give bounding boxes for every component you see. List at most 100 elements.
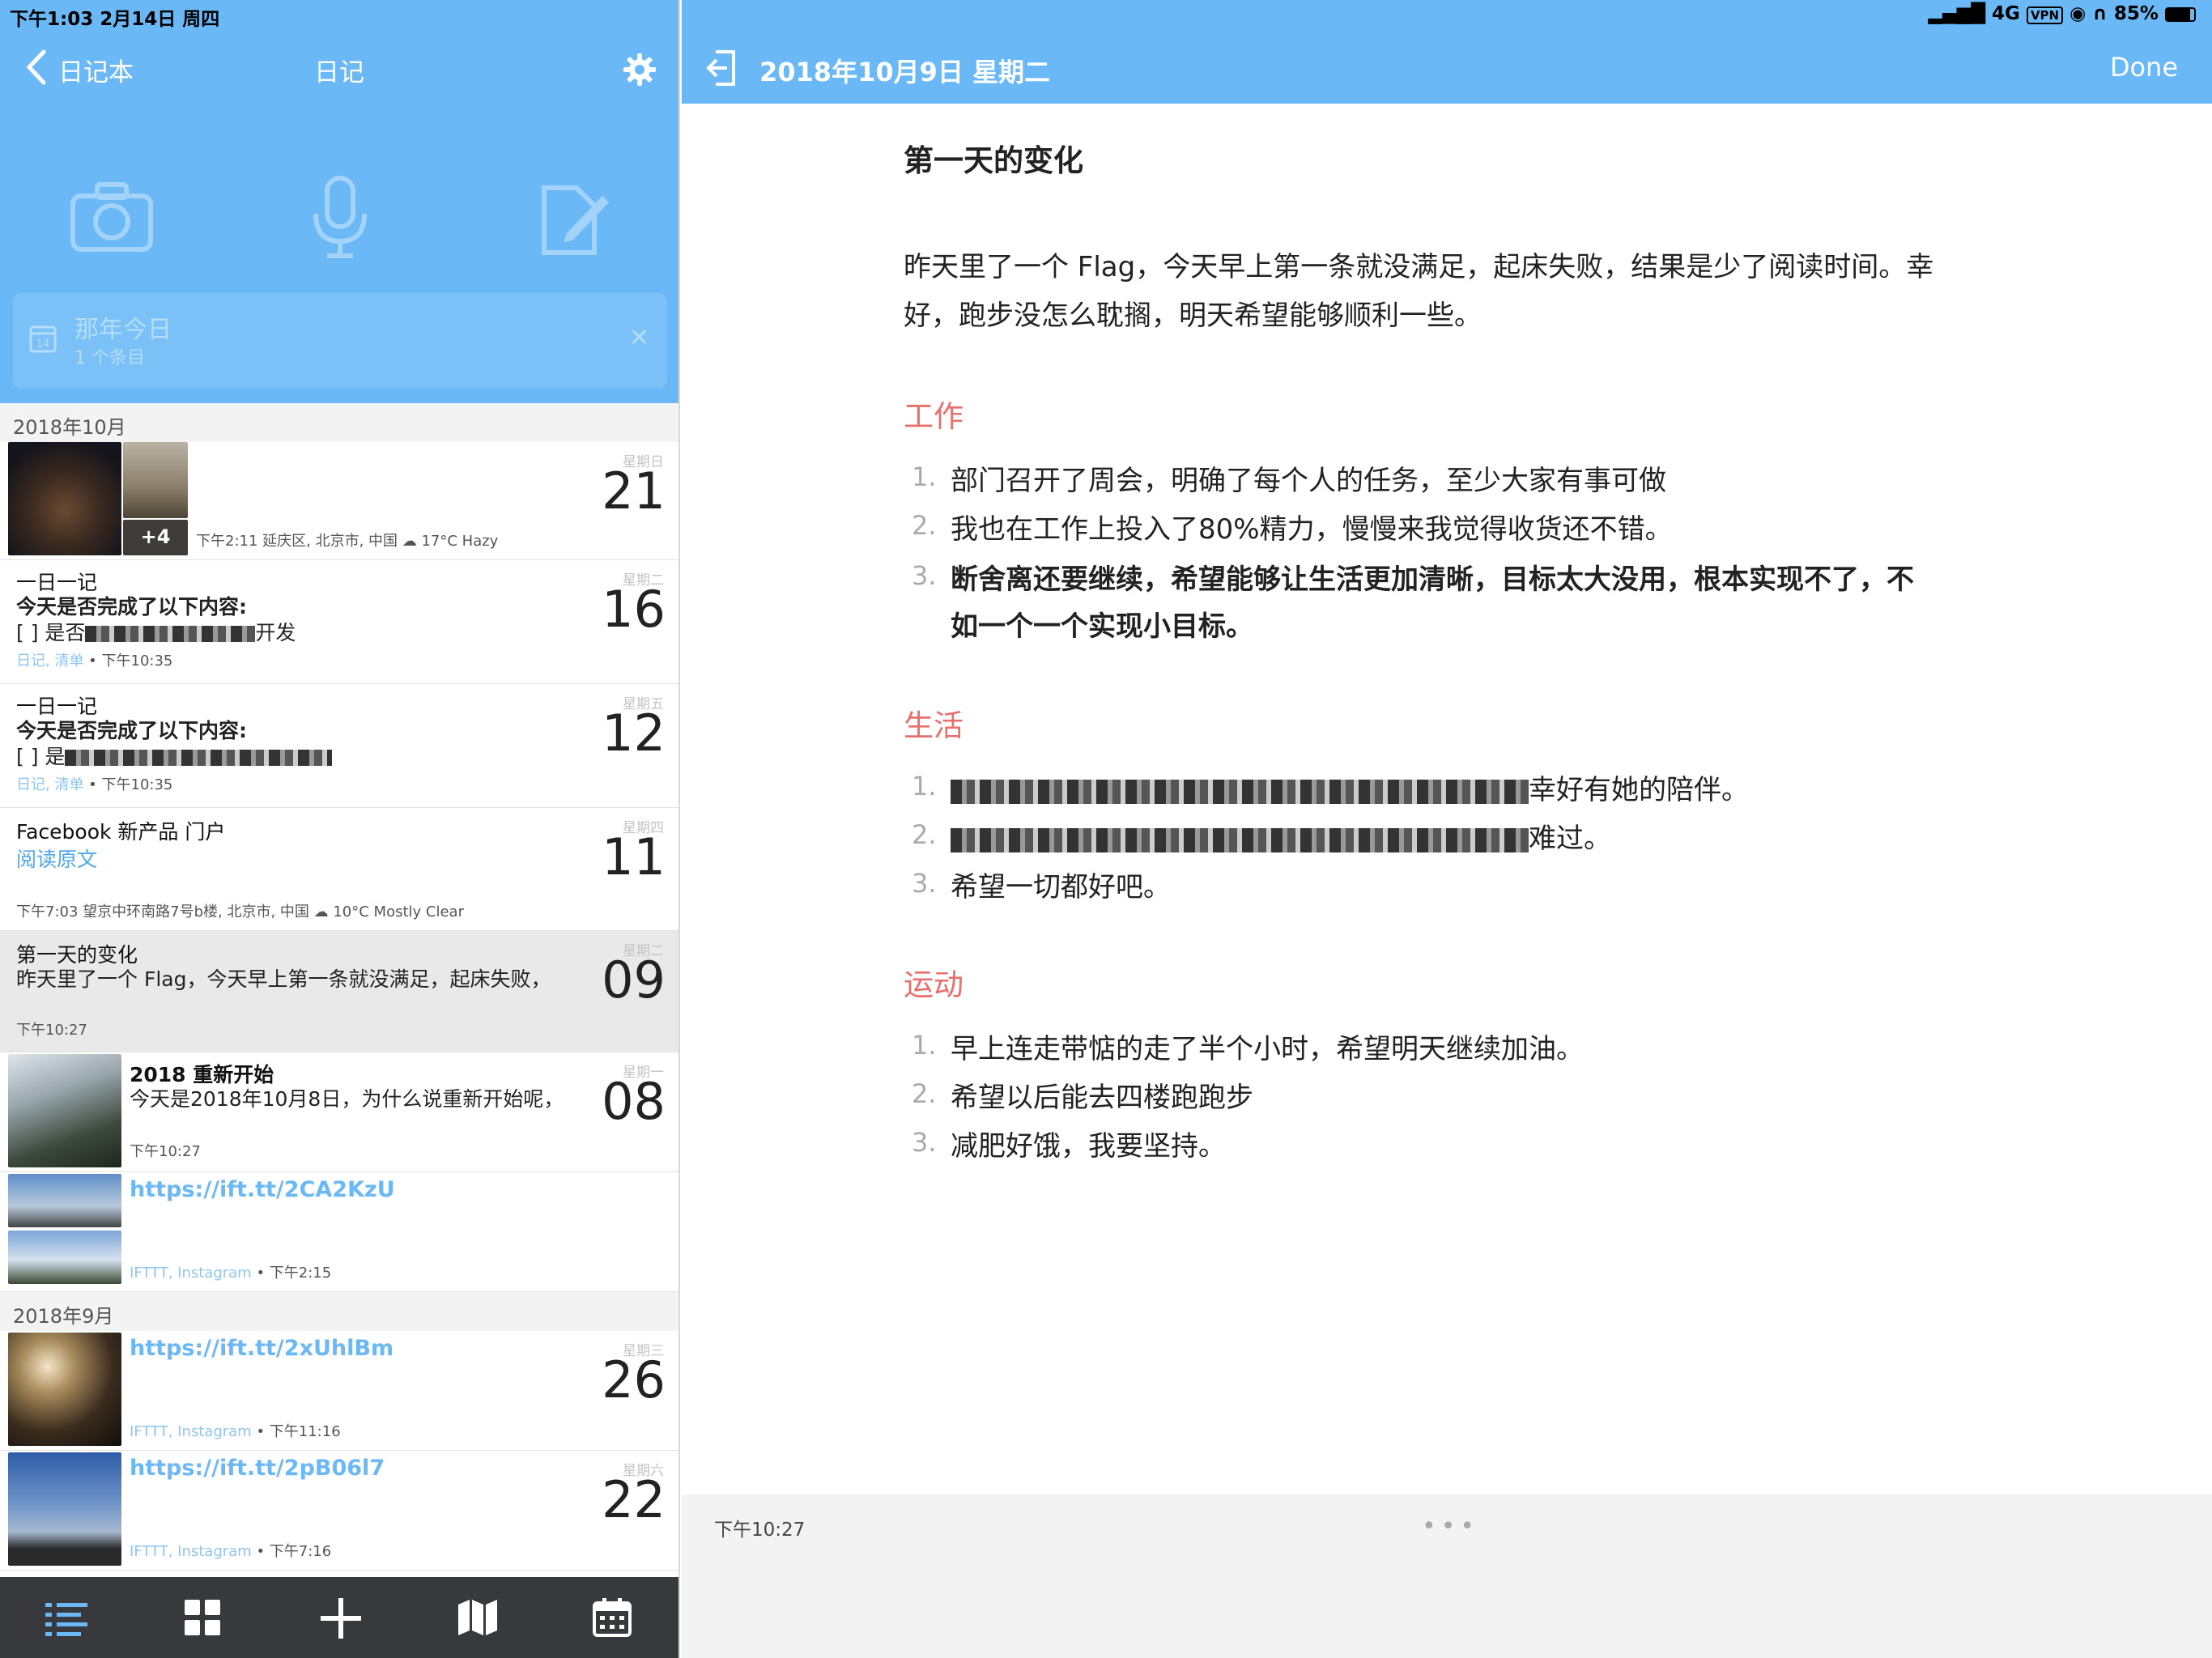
status-indicators: ▂▄▆█ 4G VPN ◉ ∩ 85% (1928, 3, 2196, 24)
month-header: 2018年10月 (0, 403, 678, 442)
entry-detail-pane: ▂▄▆█ 4G VPN ◉ ∩ 85% 2018年10月9日 星期二 Done … (682, 0, 2212, 1658)
entry-day: 21 (602, 461, 666, 521)
network-type: 4G (1992, 3, 2020, 24)
list-item[interactable]: https://ift.tt/2xUhlBm IFTTT, Instagram … (0, 1331, 678, 1451)
section-title-exercise: 运动 (904, 967, 963, 1002)
list-number: 2. (912, 1078, 937, 1109)
exit-fullscreen-icon[interactable] (706, 50, 737, 89)
entry-link[interactable]: https://ift.tt/2pB06l7 (130, 1456, 385, 1481)
list-item-selected[interactable]: 第一天的变化 昨天里了一个 Flag，今天早上第一条就没满足，起床失败， 下午1… (0, 931, 678, 1052)
done-button[interactable]: Done (2110, 52, 2178, 83)
list-item[interactable]: https://ift.tt/2pB06l7 IFTTT, Instagram … (0, 1451, 678, 1571)
list-item[interactable]: 2018 重新开始 今天是2018年10月8日，为什么说重新开始呢， 下午10:… (0, 1052, 678, 1172)
list-number: 3. (912, 868, 937, 899)
entry-day: 12 (602, 704, 666, 763)
entry-day: 16 (602, 580, 666, 639)
tab-calendar-icon[interactable] (593, 1598, 632, 1640)
list-number: 1. (912, 1030, 937, 1061)
svg-text:14: 14 (36, 338, 50, 351)
photo-thumbnail (8, 442, 121, 555)
tab-bar (0, 1577, 678, 1658)
list-number: 1. (912, 461, 937, 492)
back-button-label[interactable]: 日记本 (58, 52, 134, 88)
entry-link[interactable]: https://ift.tt/2xUhlBm (130, 1336, 393, 1361)
entry-time: 下午10:35 (101, 653, 173, 670)
compose-icon[interactable] (534, 180, 612, 261)
list-item-text: 早上连走带惦的走了半个小时，希望明天继续加油。 (951, 1033, 1584, 1065)
section-title-work: 工作 (904, 399, 963, 434)
month-header: 2018年9月 (0, 1292, 678, 1331)
on-this-day-title: 那年今日 (74, 316, 172, 344)
entry-line-text: [ ] 是 (16, 745, 66, 768)
list-item-text: 断舍离还要继续，希望能够让生活更加清晰，目标太大没用，根本实现不了，不 (951, 563, 1914, 596)
entry-line: 昨天里了一个 Flag，今天早上第一条就没满足，起床失败， (16, 967, 551, 991)
rotation-lock-icon: ◉ (2069, 3, 2087, 24)
photo-thumbnail (8, 1174, 121, 1227)
tab-timeline-icon[interactable] (45, 1601, 87, 1640)
tab-grid-icon[interactable] (185, 1600, 220, 1639)
entry-line: 今天是否完成了以下内容: (16, 719, 247, 742)
entry-tags: IFTTT, Instagram (130, 1543, 252, 1560)
list-item[interactable]: +4 星期日 21 下午2:11 延庆区, 北京市, 中国 ☁ 17°C Haz… (0, 442, 678, 560)
entry-day: 11 (602, 827, 666, 886)
entry-link[interactable]: https://ift.tt/2CA2KzU (130, 1177, 395, 1202)
list-item[interactable]: 一日一记 今天是否完成了以下内容: [ ] 是 日记, 清单 • 下午10:35… (0, 684, 678, 808)
entry-heading: 第一天的变化 (904, 143, 1083, 178)
entry-date-title: 2018年10月9日 星期二 (759, 57, 1051, 87)
list-number: 2. (912, 819, 937, 850)
camera-icon[interactable] (70, 180, 154, 256)
intro-line: 好，跑步没怎么耽搁，明天希望能够顺利一些。 (904, 300, 1482, 332)
entry-day: 08 (602, 1072, 666, 1131)
photo-thumbnail (8, 1452, 121, 1566)
redacted-block (65, 750, 333, 766)
calendar-day-icon: 14 (29, 322, 57, 356)
list-item-text: 减肥好饿，我要坚持。 (951, 1130, 1226, 1163)
tab-add-icon[interactable] (321, 1598, 361, 1642)
close-icon[interactable]: ✕ (629, 324, 649, 352)
back-chevron-icon[interactable] (23, 49, 50, 86)
status-time-date: 下午1:03 2月14日 周四 (10, 9, 220, 30)
battery-percent: 85% (2113, 3, 2159, 24)
entry-meta: 日记, 清单 • 下午10:35 (16, 653, 173, 670)
vpn-badge: VPN (2026, 6, 2064, 24)
entry-time: 下午10:27 (130, 1143, 201, 1160)
entry-line: 今天是2018年10月8日，为什么说重新开始呢， (130, 1087, 564, 1111)
entry-meta: IFTTT, Instagram • 下午7:16 (130, 1543, 332, 1560)
entry-line: [ ] 是 (16, 741, 333, 770)
left-header: 下午1:03 2月14日 周四 日记本 日记 14 那年今日 1 个条目 ✕ (0, 0, 678, 403)
list-item-text: 幸好有她的陪伴。 (951, 766, 1749, 814)
read-original-link[interactable]: 阅读原文 (16, 844, 97, 873)
entry-line-end: 开发 (255, 621, 296, 644)
signal-icon: ▂▄▆█ (1928, 3, 1986, 24)
entry-tags: IFTTT, Instagram (130, 1265, 252, 1282)
list-item[interactable]: 一日一记 今天是否完成了以下内容: [ ] 是否 开发 日记, 清单 • 下午10… (0, 560, 678, 684)
entry-day: 26 (602, 1350, 666, 1409)
photo-thumbnail (8, 1231, 121, 1284)
entry-day: 09 (602, 950, 666, 1010)
more-options-icon[interactable]: ••• (1422, 1512, 1479, 1541)
redacted-block (951, 779, 1529, 804)
list-number: 1. (912, 771, 937, 801)
gear-icon[interactable] (622, 52, 657, 87)
entry-time: 下午2:15 (269, 1265, 332, 1282)
entry-time: 下午11:16 (269, 1423, 341, 1440)
headphones-icon: ∩ (2092, 3, 2108, 24)
detail-header: ▂▄▆█ 4G VPN ◉ ∩ 85% 2018年10月9日 星期二 Done (682, 0, 2212, 104)
list-item-text: 我也在工作上投入了80%精力，慢慢来我觉得收货还不错。 (951, 513, 1673, 546)
battery-icon (2165, 6, 2196, 22)
tab-map-icon[interactable] (458, 1600, 497, 1639)
entry-meta: 下午2:11 延庆区, 北京市, 中国 ☁ 17°C Hazy (196, 533, 499, 550)
detail-footer: 下午10:27 ••• (682, 1494, 2212, 1658)
redacted-block (85, 626, 256, 642)
list-item-text: 希望以后能去四楼跑跑步 (951, 1082, 1253, 1114)
page-title: 日记 (314, 58, 364, 87)
list-item[interactable]: https://ift.tt/2CA2KzU IFTTT, Instagram … (0, 1172, 678, 1292)
on-this-day-subtitle: 1 个条目 (74, 348, 145, 368)
entry-meta: 日记, 清单 • 下午10:35 (16, 776, 173, 793)
on-this-day-card[interactable]: 14 那年今日 1 个条目 ✕ (13, 293, 667, 389)
microphone-icon[interactable] (309, 175, 371, 262)
list-item[interactable]: Facebook 新产品 门户 阅读原文 下午7:03 望京中环南路7号b楼, … (0, 808, 678, 931)
redacted-block (951, 827, 1529, 852)
entry-time: 下午7:16 (269, 1543, 332, 1560)
entry-tags: 日记, 清单 (16, 653, 84, 670)
